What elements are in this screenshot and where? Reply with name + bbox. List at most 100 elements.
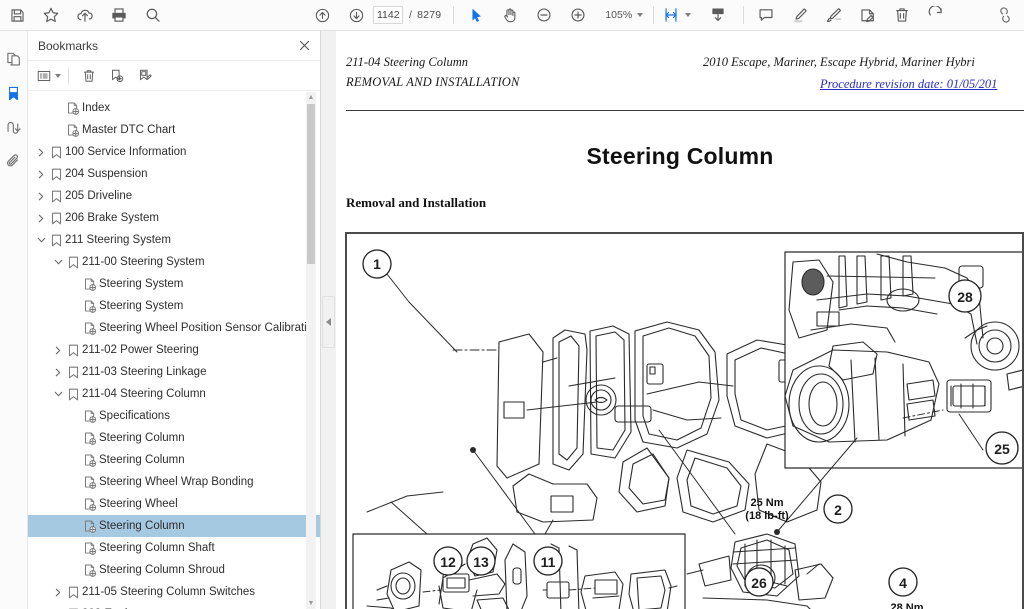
bookmark-item[interactable]: Steering Column Shaft xyxy=(28,537,320,559)
link-tool-button[interactable] xyxy=(988,1,1022,30)
comment-button[interactable] xyxy=(749,1,783,30)
chevron-right-icon[interactable] xyxy=(34,170,48,179)
bookmark-item-label: 205 Driveline xyxy=(65,190,133,202)
scroll-up-icon[interactable]: ▲ xyxy=(306,92,316,103)
bookmark-item[interactable]: Master DTC Chart xyxy=(28,119,320,141)
chevron-right-icon[interactable] xyxy=(51,346,65,355)
select-tool-button[interactable] xyxy=(459,1,493,30)
star-button[interactable] xyxy=(34,1,68,30)
chevron-right-icon[interactable] xyxy=(34,192,48,201)
header-procedure-type: REMOVAL AND INSTALLATION xyxy=(346,75,520,89)
bookmark-item[interactable]: 211-00 Steering System xyxy=(28,251,320,273)
bookmark-item[interactable]: Steering System xyxy=(28,295,320,317)
bookmarks-panel-header: Bookmarks xyxy=(28,31,320,61)
bookmark-item[interactable]: Index xyxy=(28,97,320,119)
chevron-left-icon xyxy=(326,318,331,326)
zoom-out-button[interactable] xyxy=(527,1,561,30)
rail-thumbnails[interactable] xyxy=(0,42,28,76)
bookmark-item-label: 211-00 Steering System xyxy=(82,256,205,268)
collapse-panel-handle[interactable] xyxy=(322,296,335,348)
bookmark-item[interactable]: 211-03 Steering Linkage xyxy=(28,361,320,383)
bookmark-item[interactable]: 100 Service Information xyxy=(28,141,320,163)
chevron-down-icon[interactable] xyxy=(51,390,65,398)
steering-column-exploded-diagram: 1 28 25 2 26 4 12 13 11 25 Nm (18 lb-ft)… xyxy=(352,249,1022,609)
print-button[interactable] xyxy=(102,1,136,30)
bookmark-item[interactable]: Steering Column xyxy=(28,427,320,449)
new-bookmark-button[interactable] xyxy=(104,64,130,88)
bookmark-item[interactable]: 211 Steering System xyxy=(28,229,320,251)
page-header: 211-04 Steering Column REMOVAL AND INSTA… xyxy=(346,55,1024,105)
download-button[interactable] xyxy=(701,1,735,30)
previous-page-button[interactable] xyxy=(305,1,339,30)
torque-1-metric: 25 Nm xyxy=(750,497,783,509)
bookmark-item[interactable]: Specifications xyxy=(28,405,320,427)
bookmark-item[interactable]: Steering Column Shroud xyxy=(28,559,320,581)
chevron-down-icon xyxy=(54,73,61,78)
bookmark-item[interactable]: Steering Wheel xyxy=(28,493,320,515)
delete-bookmark-button[interactable] xyxy=(76,64,102,88)
rail-signature[interactable] xyxy=(0,110,28,144)
zoom-level-value: 105% xyxy=(605,9,633,21)
bookmark-item-selected[interactable]: Steering Column xyxy=(28,515,320,537)
highlight-button[interactable] xyxy=(783,1,817,30)
current-page-input[interactable]: 1142 xyxy=(373,6,403,24)
fit-page-button[interactable] xyxy=(659,1,693,30)
chevron-down-icon xyxy=(684,13,691,17)
close-icon[interactable] xyxy=(298,39,311,52)
callout-12: 12 xyxy=(440,554,456,570)
save-button[interactable] xyxy=(0,1,34,30)
bookmark-item-label: Steering System xyxy=(99,300,184,312)
bookmark-item[interactable]: Steering Column xyxy=(28,449,320,471)
bookmark-item[interactable]: 204 Suspension xyxy=(28,163,320,185)
bookmark-item[interactable]: 206 Brake System xyxy=(28,207,320,229)
chevron-down-icon[interactable] xyxy=(51,258,65,266)
chevron-right-icon[interactable] xyxy=(51,588,65,597)
bookmark-item[interactable]: 303 Engine xyxy=(28,603,320,609)
bookmark-item-label: Master DTC Chart xyxy=(82,124,176,136)
rotate-button[interactable] xyxy=(919,1,953,30)
callout-28: 28 xyxy=(957,289,973,305)
bookmark-icon xyxy=(65,586,82,599)
chevron-right-icon[interactable] xyxy=(34,214,48,223)
rail-bookmarks[interactable] xyxy=(0,76,28,110)
page-bookmark-icon xyxy=(82,322,99,335)
bookmark-item[interactable]: 211-04 Steering Column xyxy=(28,383,320,405)
bookmark-item[interactable]: Steering Wheel Wrap Bonding xyxy=(28,471,320,493)
zoom-level-dropdown[interactable]: 105% xyxy=(599,9,644,21)
torque-1-imperial: (18 lb-ft) xyxy=(745,510,789,522)
header-revision-date-link[interactable]: Procedure revision date: 01/05/201 xyxy=(820,77,997,92)
zoom-in-button[interactable] xyxy=(561,1,595,30)
bookmarks-tree[interactable]: Index Master DTC Chart 100 Service Informa… xyxy=(28,92,320,609)
callout-26: 26 xyxy=(751,575,767,591)
chevron-right-icon[interactable] xyxy=(34,148,48,157)
next-page-button[interactable] xyxy=(339,1,373,30)
callout-1: 1 xyxy=(373,256,381,272)
bookmarks-scrollbar[interactable]: ▲ ▼ xyxy=(306,92,316,609)
bookmark-item[interactable]: 211-05 Steering Column Switches xyxy=(28,581,320,603)
bookmark-item[interactable]: 211-02 Power Steering xyxy=(28,339,320,361)
search-button[interactable] xyxy=(136,1,170,30)
bookmark-item[interactable]: Steering Wheel Position Sensor Calibrati… xyxy=(28,317,320,339)
header-section-label: 211-04 Steering Column xyxy=(346,55,468,69)
bookmark-item[interactable]: 205 Driveline xyxy=(28,185,320,207)
chevron-down-icon[interactable] xyxy=(34,236,48,244)
delete-button[interactable] xyxy=(885,1,919,30)
edit-bookmark-button[interactable] xyxy=(132,64,158,88)
draw-button[interactable] xyxy=(817,1,851,30)
stamp-button[interactable] xyxy=(851,1,885,30)
scroll-down-icon[interactable]: ▼ xyxy=(306,598,316,609)
upload-cloud-button[interactable] xyxy=(68,1,102,30)
callout-25: 25 xyxy=(994,441,1010,457)
bookmark-options-button[interactable] xyxy=(35,64,61,88)
document-viewport[interactable]: 211-04 Steering Column REMOVAL AND INSTA… xyxy=(336,31,1024,609)
page-bookmark-icon xyxy=(82,498,99,511)
page-bookmark-icon xyxy=(82,432,99,445)
bookmark-item-label: Steering System xyxy=(99,278,184,290)
bookmark-item-label: 204 Suspension xyxy=(65,168,148,180)
bookmark-item[interactable]: Steering System xyxy=(28,273,320,295)
chevron-right-icon[interactable] xyxy=(51,368,65,377)
pan-tool-button[interactable] xyxy=(493,1,527,30)
bookmarks-toolbar xyxy=(28,61,320,91)
scrollbar-thumb[interactable] xyxy=(307,104,315,264)
rail-attachments[interactable] xyxy=(0,144,28,178)
